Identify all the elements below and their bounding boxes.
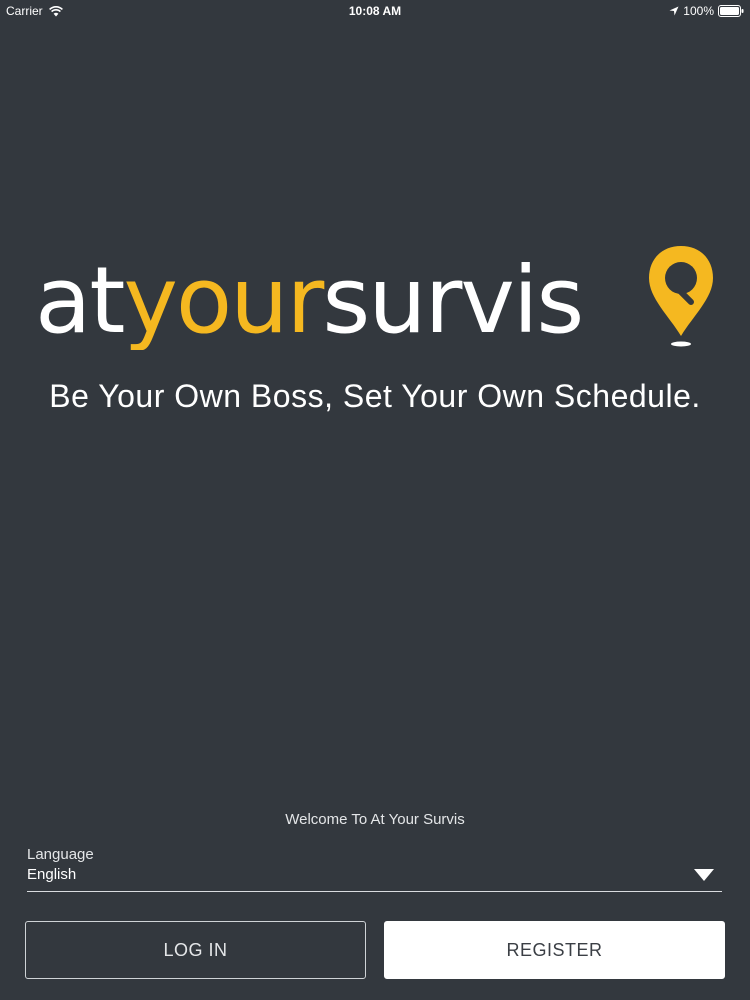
location-arrow-icon (669, 6, 679, 16)
logo-text-at: at (35, 247, 123, 350)
svg-text:atyoursurvis: atyoursurvis (35, 247, 582, 350)
battery-percent: 100% (683, 4, 714, 18)
status-bar: Carrier 10:08 AM 100% (0, 0, 750, 22)
chevron-down-icon[interactable] (694, 869, 714, 881)
welcome-screen: Carrier 10:08 AM 100% atyoursurvis Be Yo… (0, 0, 750, 1000)
status-time: 10:08 AM (348, 4, 402, 18)
tagline: Be Your Own Boss, Set Your Own Schedule. (49, 378, 701, 414)
language-value: English (27, 866, 77, 883)
logo-text-your: your (123, 247, 324, 350)
register-button[interactable]: REGISTER (384, 921, 725, 979)
language-select[interactable]: Language English (27, 845, 722, 892)
logo-text-survis: survis (322, 247, 582, 350)
login-button[interactable]: LOG IN (25, 921, 366, 979)
map-pin-icon (649, 246, 713, 347)
app-logo: atyoursurvis (35, 246, 713, 350)
battery-icon (718, 5, 744, 17)
status-right: 100% (669, 4, 744, 18)
language-label: Language (27, 846, 94, 863)
welcome-text: Welcome To At Your Survis (285, 811, 465, 828)
